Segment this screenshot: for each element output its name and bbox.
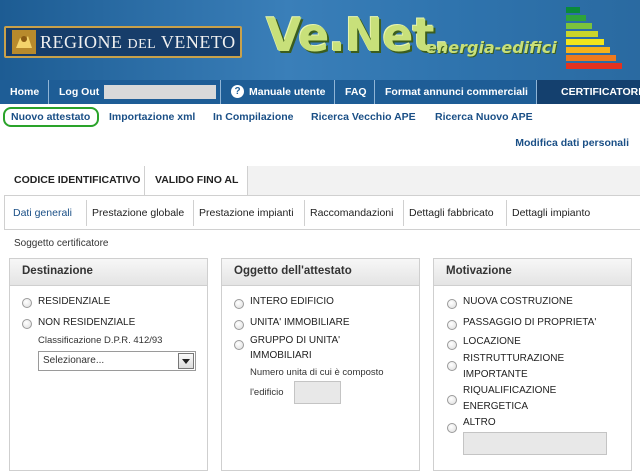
classificazione-select-value: Selezionare...	[43, 355, 105, 366]
label-altro: ALTRO	[463, 417, 496, 428]
oggetto-panel: Oggetto dell'attestato INTERO EDIFICIO U…	[221, 258, 420, 471]
nav-home[interactable]: Home	[0, 80, 49, 104]
destinazione-panel: Destinazione RESIDENZIALE NON RESIDENZIA…	[9, 258, 208, 471]
radio-nuova-costruzione[interactable]	[447, 299, 457, 309]
tab-dettagli-fabbricato[interactable]: Dettagli fabbricato	[404, 200, 507, 226]
destinazione-title: Destinazione	[22, 265, 93, 277]
edificio-label: l'edificio	[250, 387, 284, 398]
motivazione-title: Motivazione	[446, 265, 512, 277]
label-nuova-costruzione: NUOVA COSTRUZIONE	[463, 296, 573, 307]
oggetto-title: Oggetto dell'attestato	[234, 265, 352, 277]
lion-emblem-icon	[12, 30, 36, 54]
radio-non-residenziale[interactable]	[22, 319, 32, 329]
destinazione-panel-head: Destinazione	[10, 259, 207, 286]
nav-logout-label: Log Out	[59, 86, 100, 98]
tab-prestazione-impianti[interactable]: Prestazione impianti	[194, 200, 305, 226]
label-non-residenziale: NON RESIDENZIALE	[38, 317, 136, 328]
tab-prestazione-globale[interactable]: Prestazione globale	[87, 200, 194, 226]
radio-passaggio-proprieta[interactable]	[447, 320, 457, 330]
subnav-in-compilazione[interactable]: In Compilazione	[213, 105, 294, 129]
modifica-dati-personali-link[interactable]: Modifica dati personali	[515, 137, 629, 149]
nav-manual-label: Manuale utente	[249, 86, 326, 98]
section-tabs: Dati generali Prestazione globale Presta…	[4, 200, 640, 226]
nav-certificatore[interactable]: CERTIFICATORE	[537, 80, 640, 104]
col-valido-fino-al: VALIDO FINO AL	[145, 166, 248, 195]
label-riqualificazione-1: RIQUALIFICAZIONE	[463, 385, 557, 396]
label-locazione: LOCAZIONE	[463, 336, 521, 347]
soggetto-certificatore-label: Soggetto certificatore	[14, 238, 109, 249]
label-ristrutturazione-1: RISTRUTTURAZIONE	[463, 353, 565, 364]
user-name-field	[104, 85, 216, 99]
regione-veneto-logo[interactable]: REGIONE DEL VENETO	[4, 26, 242, 58]
energy-rating-icon	[566, 5, 632, 73]
tab-dettagli-impianto[interactable]: Dettagli impianto	[507, 200, 603, 226]
product-name: Ve.Net.	[266, 8, 451, 62]
tab-raccomandazioni[interactable]: Raccomandazioni	[305, 200, 404, 226]
label-unita-immobiliare: UNITA' IMMOBILIARE	[250, 317, 350, 328]
label-gruppo-unita-2: IMMOBILIARI	[250, 350, 312, 361]
product-subtitle: energia-edifici	[426, 38, 557, 57]
label-ristrutturazione-2: IMPORTANTE	[463, 369, 528, 380]
nav-format[interactable]: Format annunci commerciali	[375, 80, 537, 104]
oggetto-panel-head: Oggetto dell'attestato	[222, 259, 419, 286]
nav-manual[interactable]: ? Manuale utente	[221, 80, 335, 104]
label-passaggio-proprieta: PASSAGGIO DI PROPRIETA'	[463, 317, 597, 328]
subnav-ricerca-nuovo-ape[interactable]: Ricerca Nuovo APE	[435, 105, 533, 129]
logo-text: REGIONE DEL VENETO	[40, 32, 236, 52]
dropdown-arrow-icon[interactable]	[178, 353, 194, 369]
label-intero-edificio: INTERO EDIFICIO	[250, 296, 334, 307]
motivazione-panel-head: Motivazione	[434, 259, 631, 286]
radio-ristrutturazione[interactable]	[447, 361, 457, 371]
classificazione-label: Classificazione D.P.R. 412/93	[38, 335, 163, 346]
help-icon: ?	[231, 84, 244, 98]
radio-altro[interactable]	[447, 423, 457, 433]
col-codice-identificativo: CODICE IDENTIFICATIVO	[4, 166, 145, 195]
header-banner: REGIONE DEL VENETO Ve.Net. energia-edifi…	[0, 0, 640, 80]
radio-gruppo-unita[interactable]	[234, 340, 244, 350]
altro-input[interactable]	[463, 432, 607, 455]
classificazione-select[interactable]: Selezionare...	[38, 351, 196, 371]
numero-unita-label: Numero unita di cui è composto	[250, 367, 384, 378]
numero-unita-input[interactable]	[294, 381, 341, 404]
radio-riqualificazione[interactable]	[447, 395, 457, 405]
label-riqualificazione-2: ENERGETICA	[463, 401, 529, 412]
radio-locazione[interactable]	[447, 340, 457, 350]
radio-intero-edificio[interactable]	[234, 299, 244, 309]
nav-faq[interactable]: FAQ	[335, 80, 375, 104]
label-gruppo-unita-1: GRUPPO DI UNITA'	[250, 335, 341, 346]
attestato-table-head: CODICE IDENTIFICATIVO VALIDO FINO AL	[4, 166, 640, 196]
subnav-importazione-xml[interactable]: Importazione xml	[109, 105, 195, 129]
subnav-ricerca-vecchio-ape[interactable]: Ricerca Vecchio APE	[311, 105, 416, 129]
radio-unita-immobiliare[interactable]	[234, 320, 244, 330]
radio-residenziale[interactable]	[22, 298, 32, 308]
label-residenziale: RESIDENZIALE	[38, 296, 111, 307]
subnav-nuovo-attestato[interactable]: Nuovo attestato	[11, 105, 90, 129]
tab-dati-generali[interactable]: Dati generali	[8, 200, 87, 226]
motivazione-panel: Motivazione NUOVA COSTRUZIONE PASSAGGIO …	[433, 258, 632, 471]
